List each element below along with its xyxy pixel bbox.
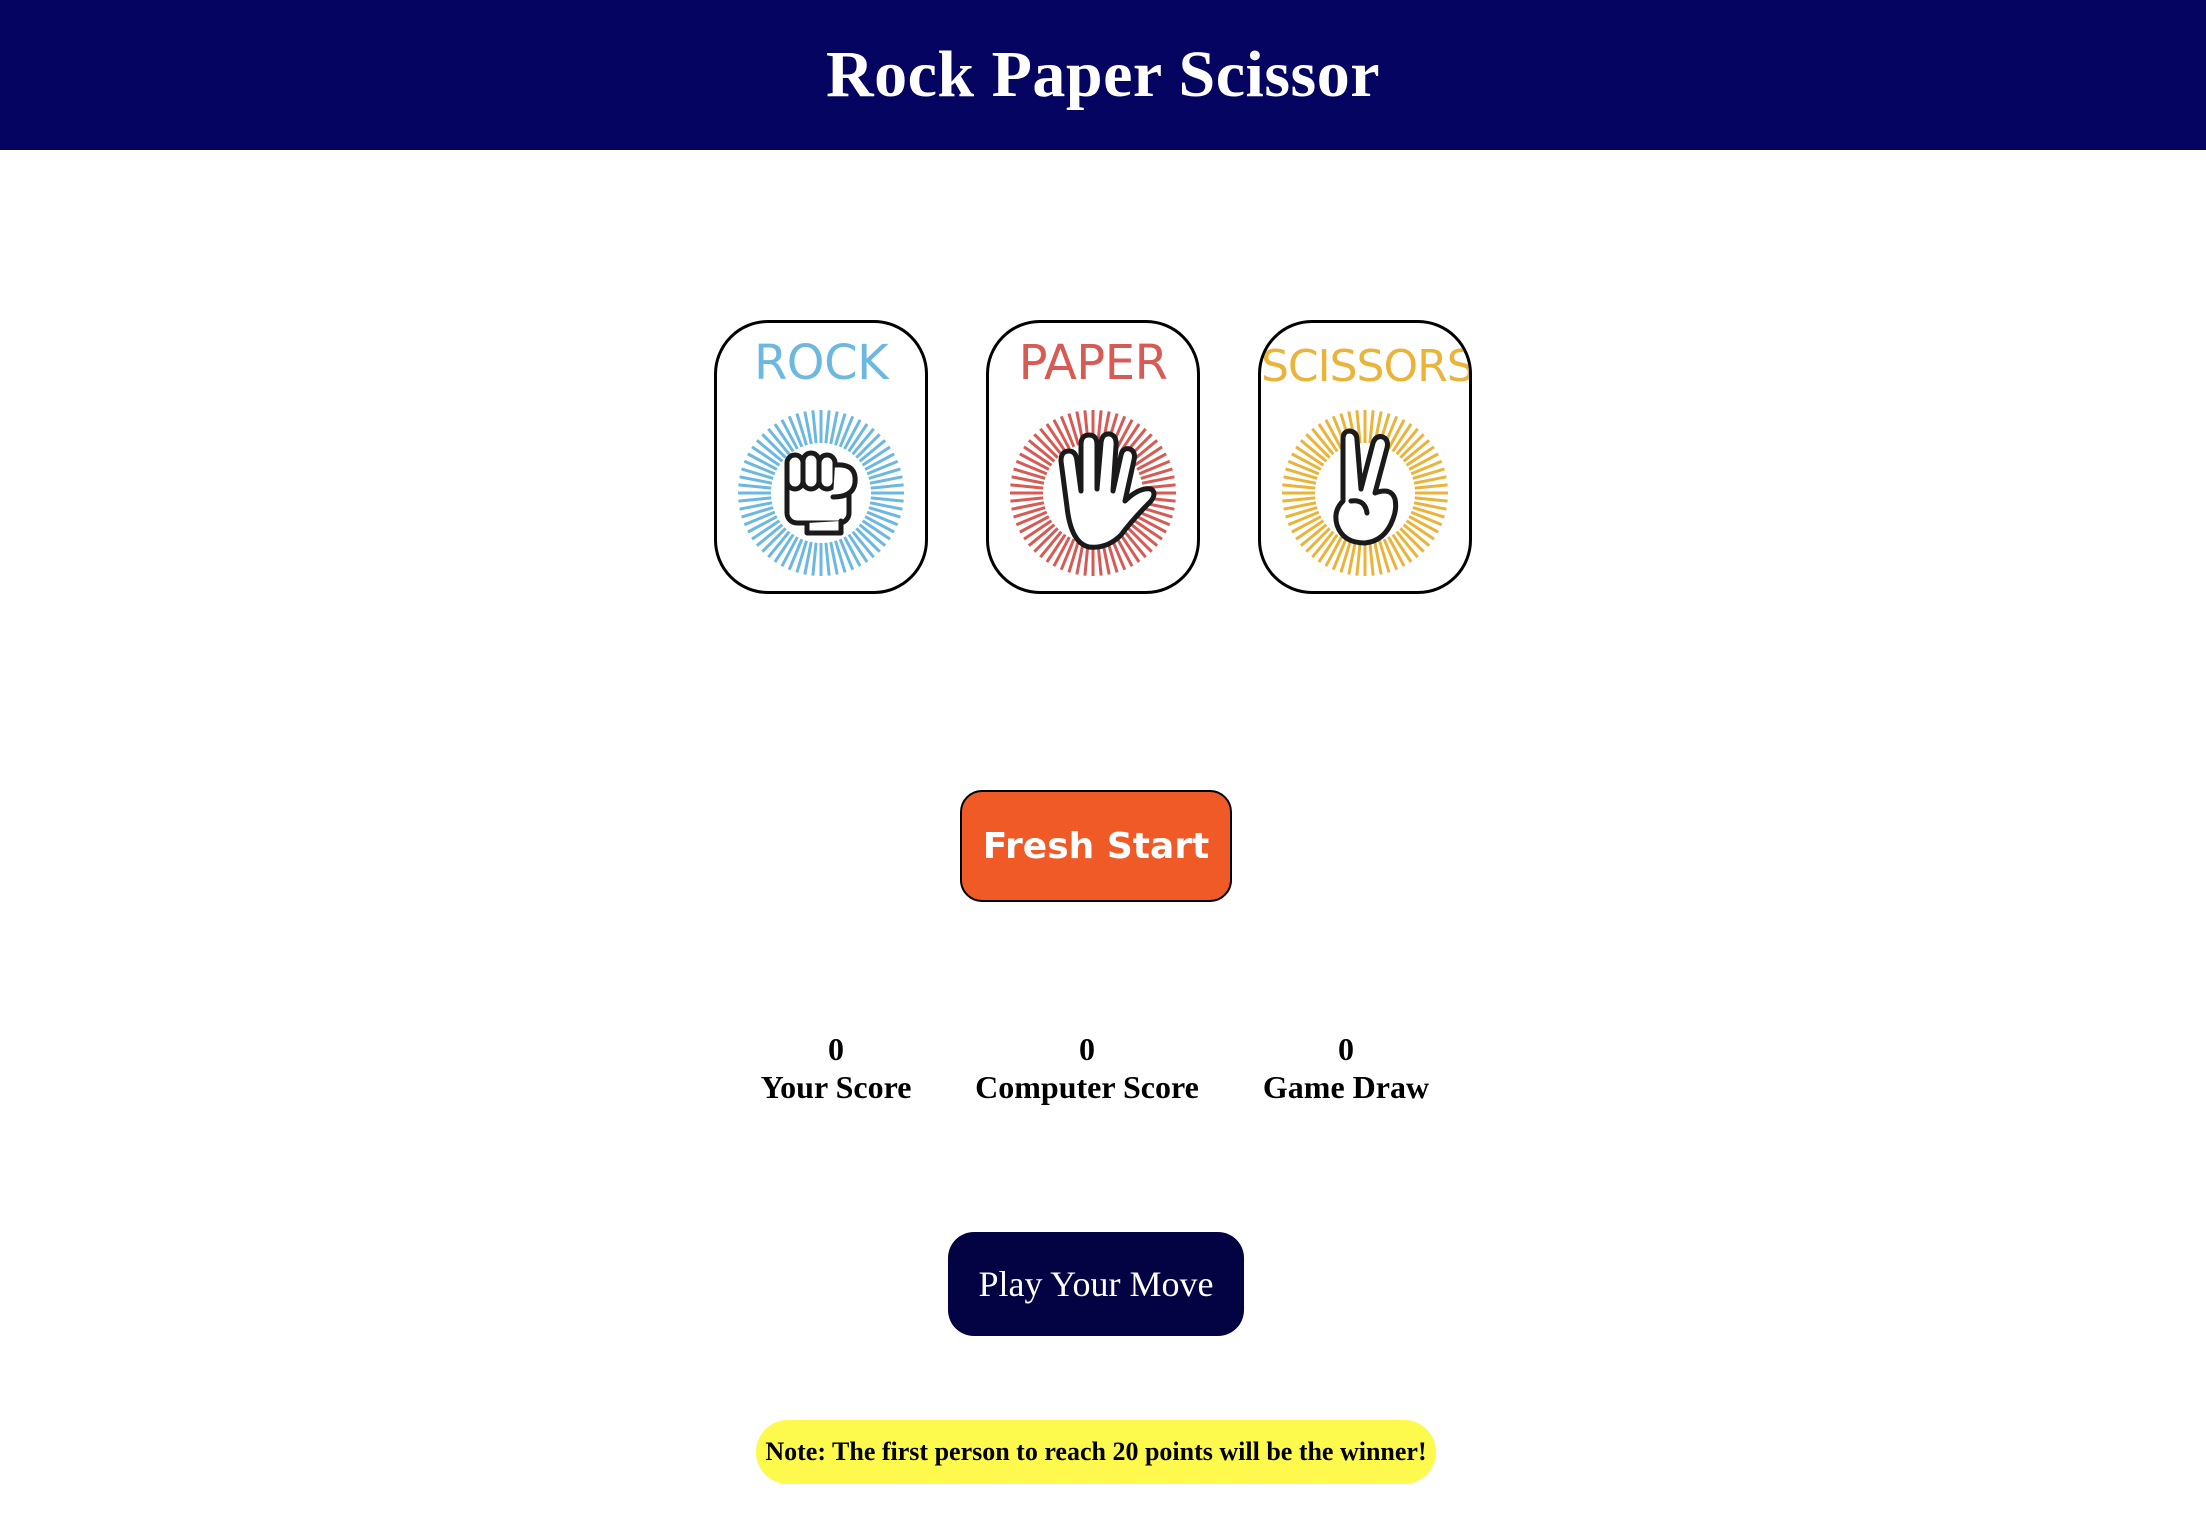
play-move-button[interactable]: Play Your Move (948, 1232, 1244, 1336)
header-bar: Rock Paper Scissor (0, 0, 2206, 150)
rock-label: ROCK (753, 335, 889, 391)
your-score-label: Your Score (760, 1069, 912, 1105)
winner-note: Note: The first person to reach 20 point… (756, 1420, 1436, 1484)
computer-score: 0 Computer Score (960, 1030, 1214, 1106)
scissors-label: SCISSORS (1261, 341, 1472, 392)
scissors-card[interactable]: SCISSORS (1258, 320, 1472, 594)
game-draw-value: 0 (1338, 1031, 1354, 1067)
choice-cards: ROCK PAPER SCISSORS (714, 320, 1480, 600)
paper-label: PAPER (1018, 335, 1168, 391)
fist-icon (738, 410, 904, 576)
game-page: Rock Paper Scissor ROCK PAPER SCISSORS F… (0, 0, 2206, 1526)
game-draw-label: Game Draw (1262, 1069, 1430, 1105)
computer-score-label: Computer Score (975, 1069, 1199, 1105)
your-score: 0 Your Score (736, 1030, 936, 1106)
page-title: Rock Paper Scissor (825, 38, 1381, 111)
paper-card[interactable]: PAPER (986, 320, 1200, 594)
peace-hand-icon (1282, 410, 1448, 576)
your-score-value: 0 (828, 1031, 844, 1067)
rock-card[interactable]: ROCK (714, 320, 928, 594)
game-draw: 0 Game Draw (1246, 1030, 1446, 1106)
open-hand-icon (1010, 410, 1176, 576)
fresh-start-button[interactable]: Fresh Start (960, 790, 1232, 902)
computer-score-value: 0 (1079, 1031, 1095, 1067)
